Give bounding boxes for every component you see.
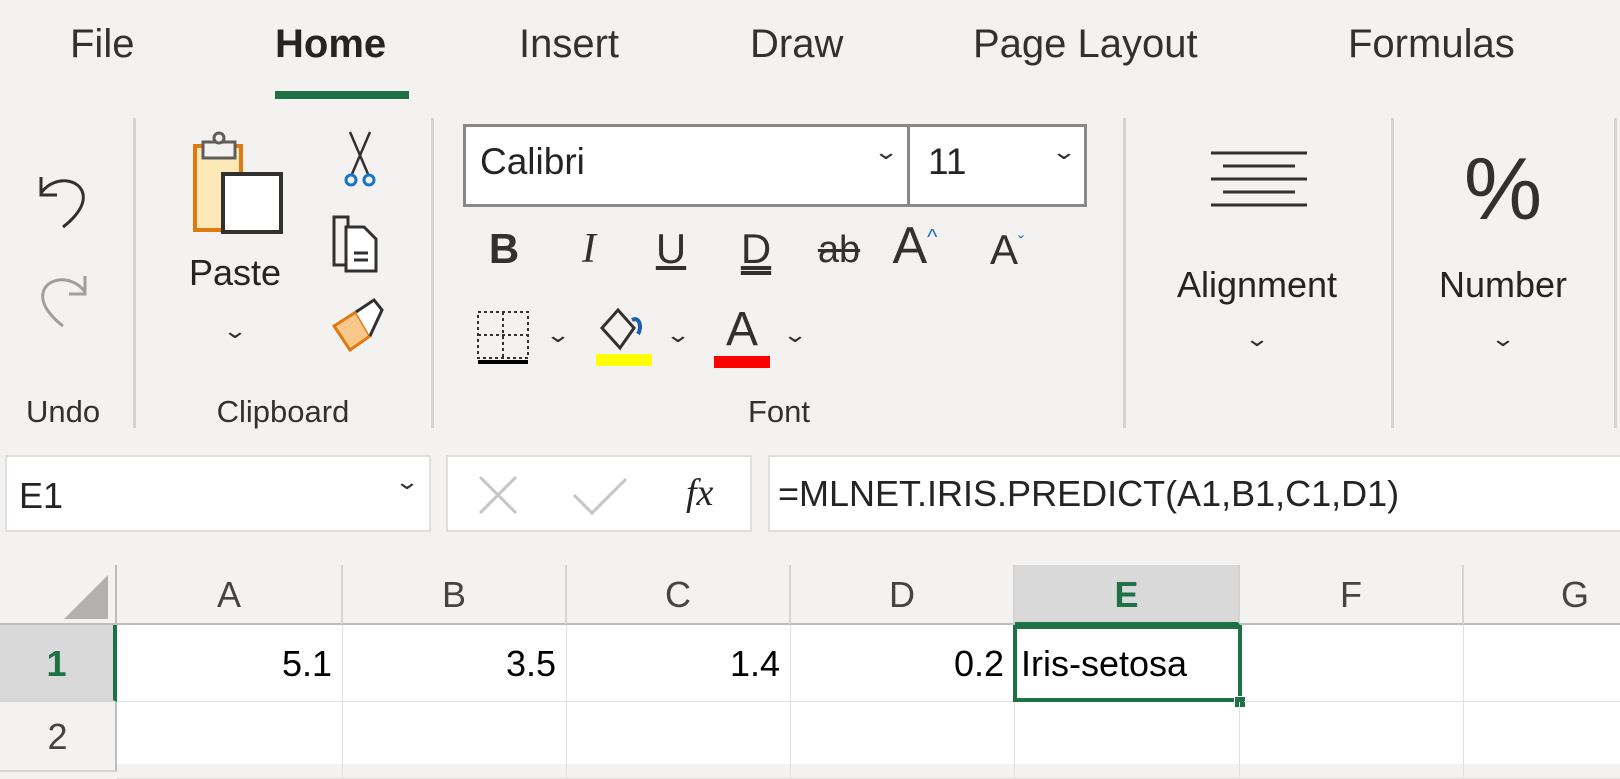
column-header-d[interactable]: D <box>791 565 1015 625</box>
cell-e2[interactable] <box>1015 702 1240 779</box>
spreadsheet-grid: A B C D E F G 1 2 5.1 3.5 1.4 0.2 Iris-s… <box>0 565 1620 779</box>
cell-a1[interactable]: 5.1 <box>117 625 343 702</box>
cell-g1[interactable] <box>1464 625 1620 702</box>
tab-home[interactable]: Home <box>275 22 386 67</box>
cancel-icon[interactable] <box>478 475 518 515</box>
italic-button[interactable]: I <box>582 225 596 273</box>
paste-label[interactable]: Paste <box>189 252 281 294</box>
font-size-input[interactable]: 11 <box>928 141 966 183</box>
shrink-font-glyph: A <box>989 226 1019 273</box>
group-divider <box>431 118 434 428</box>
paste-icon[interactable] <box>191 130 291 238</box>
cell-b1[interactable]: 3.5 <box>343 625 567 702</box>
active-tab-indicator <box>275 91 409 99</box>
alignment-chevron-icon[interactable]: ⌄ <box>1244 326 1270 352</box>
tab-formulas[interactable]: Formulas <box>1348 22 1515 67</box>
font-color-swatch <box>714 356 770 368</box>
name-box[interactable]: E1 ⌄ <box>5 455 431 532</box>
redo-icon[interactable] <box>35 264 91 328</box>
paste-chevron-icon[interactable]: ⌄ <box>222 318 248 344</box>
group-divider <box>133 118 136 428</box>
font-color-chevron-icon[interactable]: ⌄ <box>782 322 808 348</box>
fill-color-chevron-icon[interactable]: ⌄ <box>665 322 691 348</box>
undo-group-label: Undo <box>25 394 101 429</box>
alignment-label[interactable]: Alignment <box>1177 264 1337 306</box>
font-size-chevron-icon[interactable]: ⌄ <box>1051 139 1077 165</box>
strikethrough-button[interactable]: ab <box>818 229 860 272</box>
number-label[interactable]: Number <box>1439 264 1567 306</box>
row-header-1[interactable]: 1 <box>0 625 117 702</box>
insert-function-button[interactable]: fx <box>686 471 713 515</box>
tab-insert[interactable]: Insert <box>519 22 619 67</box>
column-header-c[interactable]: C <box>567 565 791 625</box>
font-group-label: Font <box>747 394 811 429</box>
cell-f2[interactable] <box>1240 702 1464 779</box>
row-header-2[interactable]: 2 <box>0 702 117 772</box>
cell-f1[interactable] <box>1244 625 1464 702</box>
fill-color-swatch <box>596 354 652 366</box>
name-box-chevron-icon[interactable]: ⌄ <box>394 469 420 495</box>
font-selector: Calibri ⌄ 11 ⌄ <box>463 124 1087 207</box>
cell-d2[interactable] <box>791 702 1015 779</box>
cell-e1-active[interactable]: Iris-setosa <box>1013 625 1242 702</box>
tab-draw[interactable]: Draw <box>750 22 843 67</box>
double-underline-button[interactable]: D <box>741 225 771 273</box>
cell-g2[interactable] <box>1464 702 1620 779</box>
cell-b2[interactable] <box>343 702 567 779</box>
column-header-e[interactable]: E <box>1015 565 1240 625</box>
increase-font-size-button[interactable]: A^ <box>892 216 937 276</box>
font-name-input[interactable]: Calibri <box>480 141 585 183</box>
formula-actions: fx <box>446 455 752 532</box>
alignment-icon[interactable] <box>1209 150 1309 224</box>
tab-file[interactable]: File <box>70 22 134 67</box>
column-header-g[interactable]: G <box>1464 565 1620 625</box>
bold-button[interactable]: B <box>489 225 519 273</box>
tab-page-layout[interactable]: Page Layout <box>973 22 1198 67</box>
font-name-chevron-icon[interactable]: ⌄ <box>873 139 899 165</box>
cell-d1[interactable]: 0.2 <box>791 625 1015 702</box>
number-chevron-icon[interactable]: ⌄ <box>1490 326 1516 352</box>
column-header-b[interactable]: B <box>343 565 567 625</box>
font-box-divider <box>907 127 910 204</box>
borders-chevron-icon[interactable]: ⌄ <box>545 322 571 348</box>
underline-button[interactable]: U <box>656 225 686 273</box>
decrease-font-size-button[interactable]: Aˇ <box>990 226 1024 274</box>
group-divider <box>1391 118 1394 428</box>
format-painter-icon[interactable] <box>330 298 386 354</box>
cell-c1[interactable]: 1.4 <box>567 625 791 702</box>
grow-font-glyph: A <box>892 217 928 275</box>
undo-icon[interactable] <box>35 165 91 229</box>
number-format-icon[interactable]: % <box>1464 138 1542 240</box>
font-color-button[interactable]: A <box>714 302 770 357</box>
cell-a2[interactable] <box>117 702 343 779</box>
cut-icon[interactable] <box>342 130 378 190</box>
borders-icon[interactable] <box>476 310 530 366</box>
name-box-value: E1 <box>19 475 64 516</box>
group-divider <box>1123 118 1126 428</box>
copy-icon[interactable] <box>330 215 380 273</box>
group-divider <box>1614 118 1617 428</box>
column-header-a[interactable]: A <box>117 565 343 625</box>
cell-c2[interactable] <box>567 702 791 779</box>
fill-color-icon[interactable] <box>594 306 654 368</box>
enter-icon[interactable] <box>572 477 628 515</box>
select-all-button[interactable] <box>0 565 117 625</box>
clipboard-group-label: Clipboard <box>216 394 350 429</box>
formula-input[interactable]: =MLNET.IRIS.PREDICT(A1,B1,C1,D1) <box>768 455 1620 532</box>
formula-text: =MLNET.IRIS.PREDICT(A1,B1,C1,D1) <box>778 473 1400 514</box>
column-header-f[interactable]: F <box>1240 565 1464 625</box>
